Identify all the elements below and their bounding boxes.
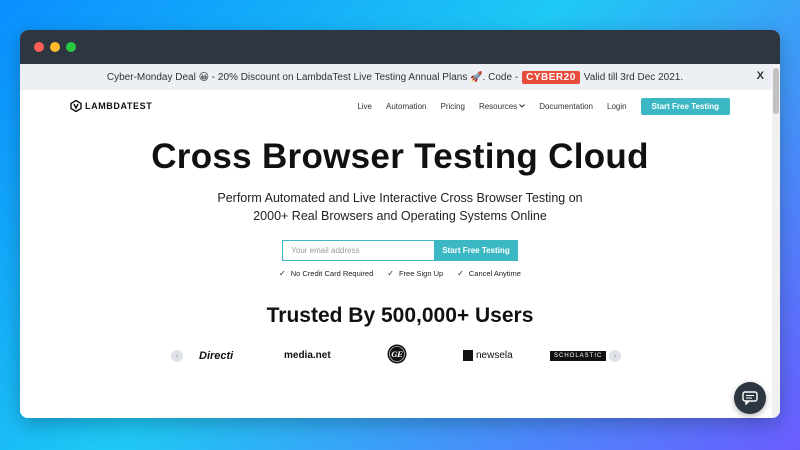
check-icon: ✓ bbox=[457, 269, 464, 278]
start-free-testing-nav-button[interactable]: Start Free Testing bbox=[640, 97, 730, 115]
benefit-item: ✓ No Credit Card Required bbox=[279, 269, 373, 278]
scrollbar-thumb[interactable] bbox=[773, 68, 779, 114]
medianet-logo: media.net bbox=[284, 350, 331, 361]
chevron-left-icon[interactable]: ‹ bbox=[171, 350, 183, 362]
ge-logo: GE bbox=[387, 344, 407, 364]
nav-item-label: Live bbox=[357, 101, 373, 111]
logo-text: LAMBDATEST bbox=[85, 101, 153, 111]
page-viewport: Cyber-Monday Deal 😀 - 20% Discount on La… bbox=[20, 64, 780, 418]
customer-logos-carousel: ‹ Directi media.net GE newsela SCHOLASTI… bbox=[20, 344, 780, 374]
nav-item-label: Automation bbox=[386, 101, 427, 111]
maximize-window-button[interactable] bbox=[66, 42, 76, 52]
check-icon: ✓ bbox=[387, 269, 394, 278]
email-field[interactable] bbox=[282, 240, 435, 261]
newsela-text: newsela bbox=[476, 350, 513, 361]
signup-form: Start Free Testing bbox=[20, 240, 780, 261]
page-title: Cross Browser Testing Cloud bbox=[151, 137, 649, 176]
nav-item-label: Login bbox=[607, 101, 627, 111]
chevron-right-icon[interactable]: › bbox=[609, 350, 621, 362]
nav-item-resources[interactable]: Resources bbox=[478, 101, 526, 111]
directi-logo: Directi bbox=[199, 350, 234, 362]
trusted-heading: Trusted By 500,000+ Users bbox=[266, 304, 534, 327]
newsela-mark-icon bbox=[463, 350, 473, 361]
hero-subtitle-line-2: 2000+ Real Browsers and Operating System… bbox=[253, 209, 547, 224]
ge-logo-icon: GE bbox=[387, 344, 407, 364]
nav-item-login[interactable]: Login bbox=[607, 102, 627, 111]
lambdatest-logo-icon bbox=[70, 100, 82, 112]
chevron-down-icon bbox=[519, 104, 526, 108]
check-icon: ✓ bbox=[279, 269, 286, 278]
chat-button[interactable] bbox=[734, 382, 766, 414]
hero-subtitle-line-1: Perform Automated and Live Interactive C… bbox=[217, 190, 583, 205]
nav-item-label: Pricing bbox=[440, 101, 465, 111]
promo-validity: Valid till 3rd Dec 2021. bbox=[583, 71, 684, 83]
nav-item-label: Documentation bbox=[539, 101, 593, 111]
promo-text: Cyber-Monday Deal 😀 - 20% Discount on La… bbox=[106, 71, 519, 83]
minimize-window-button[interactable] bbox=[50, 42, 60, 52]
hero-section: Cross Browser Testing Cloud Perform Auto… bbox=[20, 122, 780, 278]
nav-item-pricing[interactable]: Pricing bbox=[440, 102, 464, 111]
page-scrollbar[interactable] bbox=[772, 64, 780, 418]
promo-banner: Cyber-Monday Deal 😀 - 20% Discount on La… bbox=[20, 64, 780, 90]
hero-subtitle: Perform Automated and Live Interactive C… bbox=[20, 189, 780, 227]
benefit-item: ✓ Cancel Anytime bbox=[457, 269, 521, 278]
promo-code-badge: CYBER20 bbox=[522, 70, 580, 84]
scholastic-logo: SCHOLASTIC bbox=[550, 351, 607, 361]
benefit-label: Cancel Anytime bbox=[468, 269, 521, 278]
benefit-label: No Credit Card Required bbox=[290, 269, 374, 278]
browser-window: Cyber-Monday Deal 😀 - 20% Discount on La… bbox=[20, 30, 780, 418]
ge-logo-text: GE bbox=[391, 350, 403, 359]
close-window-button[interactable] bbox=[34, 42, 44, 52]
nav-item-label: Resources bbox=[478, 101, 518, 111]
window-titlebar bbox=[20, 30, 780, 64]
benefit-label: Free Sign Up bbox=[398, 269, 444, 278]
benefit-item: ✓ Free Sign Up bbox=[387, 269, 443, 278]
nav-item-live[interactable]: Live bbox=[357, 102, 372, 111]
newsela-logo: newsela bbox=[463, 350, 513, 361]
chat-icon bbox=[742, 391, 758, 405]
nav-item-documentation[interactable]: Documentation bbox=[539, 102, 593, 111]
nav-item-automation[interactable]: Automation bbox=[386, 102, 426, 111]
lambdatest-logo[interactable]: LAMBDATEST bbox=[70, 100, 152, 112]
top-navigation: LAMBDATEST Live Automation Pricing Resou… bbox=[20, 90, 780, 122]
signup-benefits: ✓ No Credit Card Required ✓ Free Sign Up… bbox=[20, 269, 780, 278]
scholastic-text: SCHOLASTIC bbox=[550, 351, 607, 361]
start-free-testing-button[interactable]: Start Free Testing bbox=[434, 240, 518, 261]
promo-close-button[interactable]: X bbox=[757, 70, 764, 82]
nav-menu: Live Automation Pricing Resources Docume… bbox=[357, 97, 730, 115]
